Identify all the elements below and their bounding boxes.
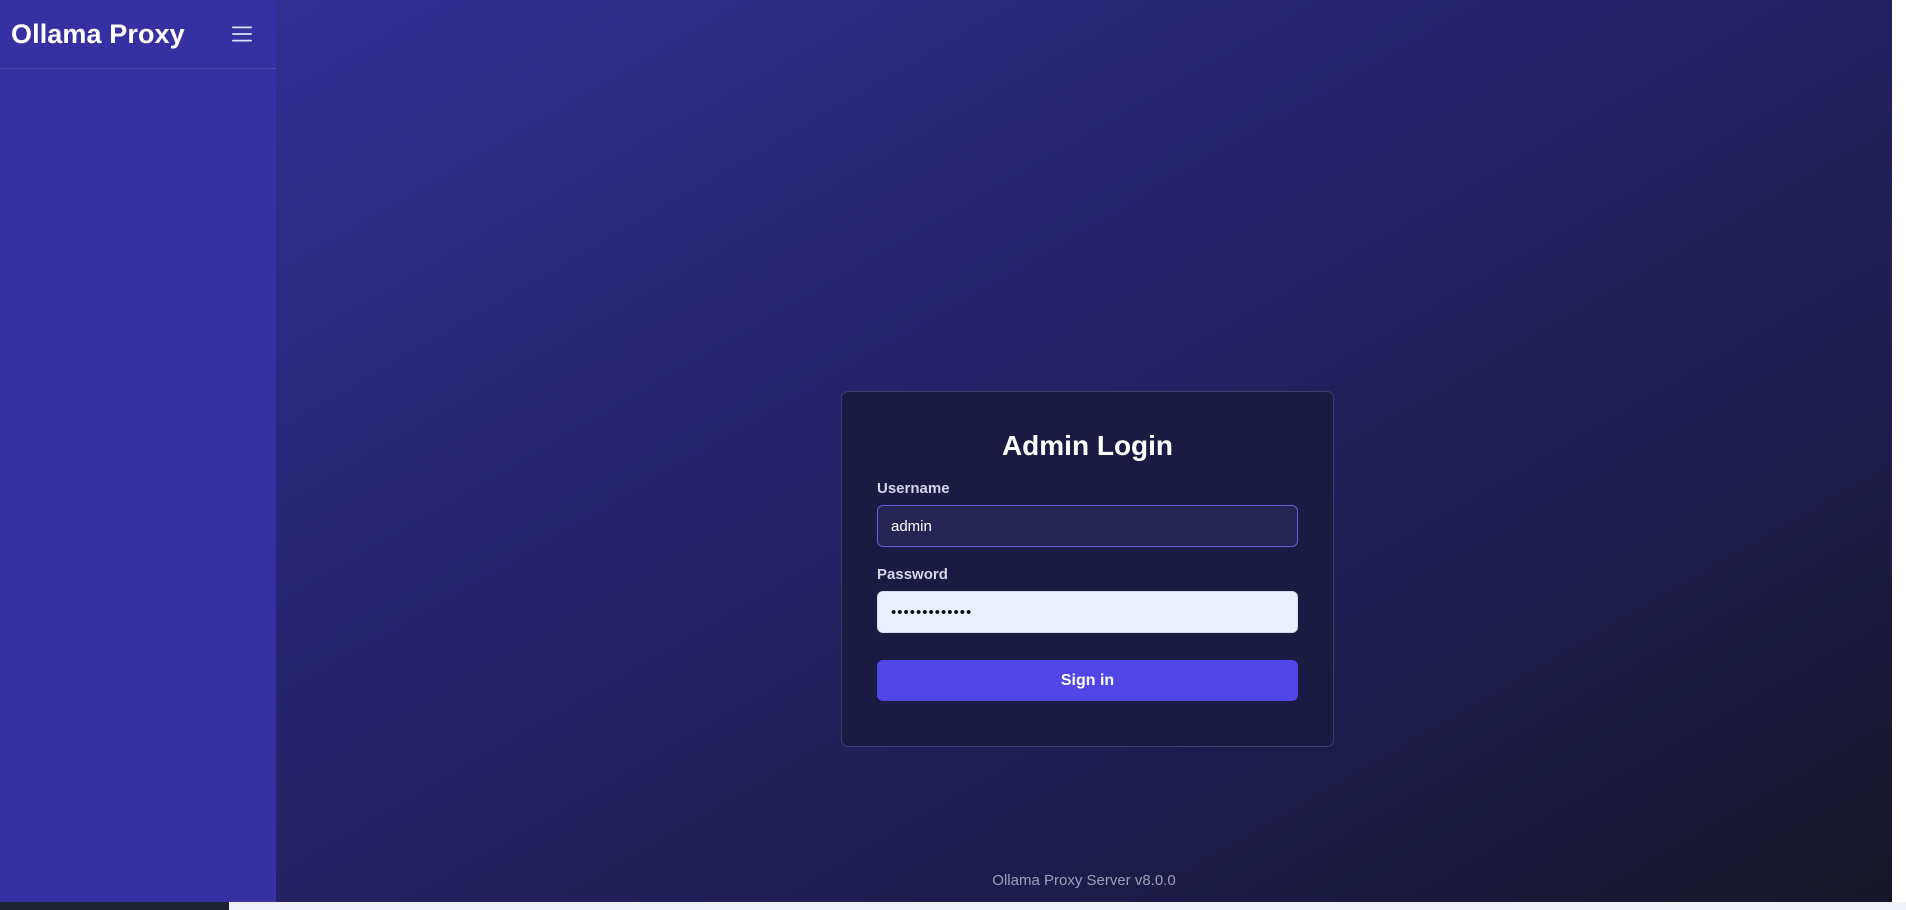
bottom-strip-dark bbox=[0, 902, 229, 910]
login-title: Admin Login bbox=[1001, 430, 1174, 461]
sign-in-button[interactable]: Sign in bbox=[877, 660, 1298, 701]
sidebar-header: Ollama Proxy bbox=[0, 0, 276, 69]
username-input[interactable] bbox=[877, 505, 1298, 547]
password-label: Password bbox=[877, 566, 948, 583]
username-label: Username bbox=[877, 480, 950, 497]
version-footer: Ollama Proxy Server v8.0.0 bbox=[992, 872, 1176, 889]
app-window: Ollama Proxy Admin Login Username Passwo… bbox=[0, 0, 1906, 902]
bottom-strip bbox=[0, 902, 1906, 910]
login-card: Admin Login Username Password Sign in bbox=[841, 391, 1334, 747]
main-content: Admin Login Username Password Sign in Ol… bbox=[276, 0, 1892, 902]
password-input[interactable] bbox=[877, 591, 1298, 633]
sidebar: Ollama Proxy bbox=[0, 0, 276, 902]
brand-title: Ollama Proxy bbox=[11, 18, 185, 49]
scrollbar-track[interactable] bbox=[1892, 0, 1906, 902]
hamburger-menu-icon[interactable] bbox=[228, 21, 256, 47]
